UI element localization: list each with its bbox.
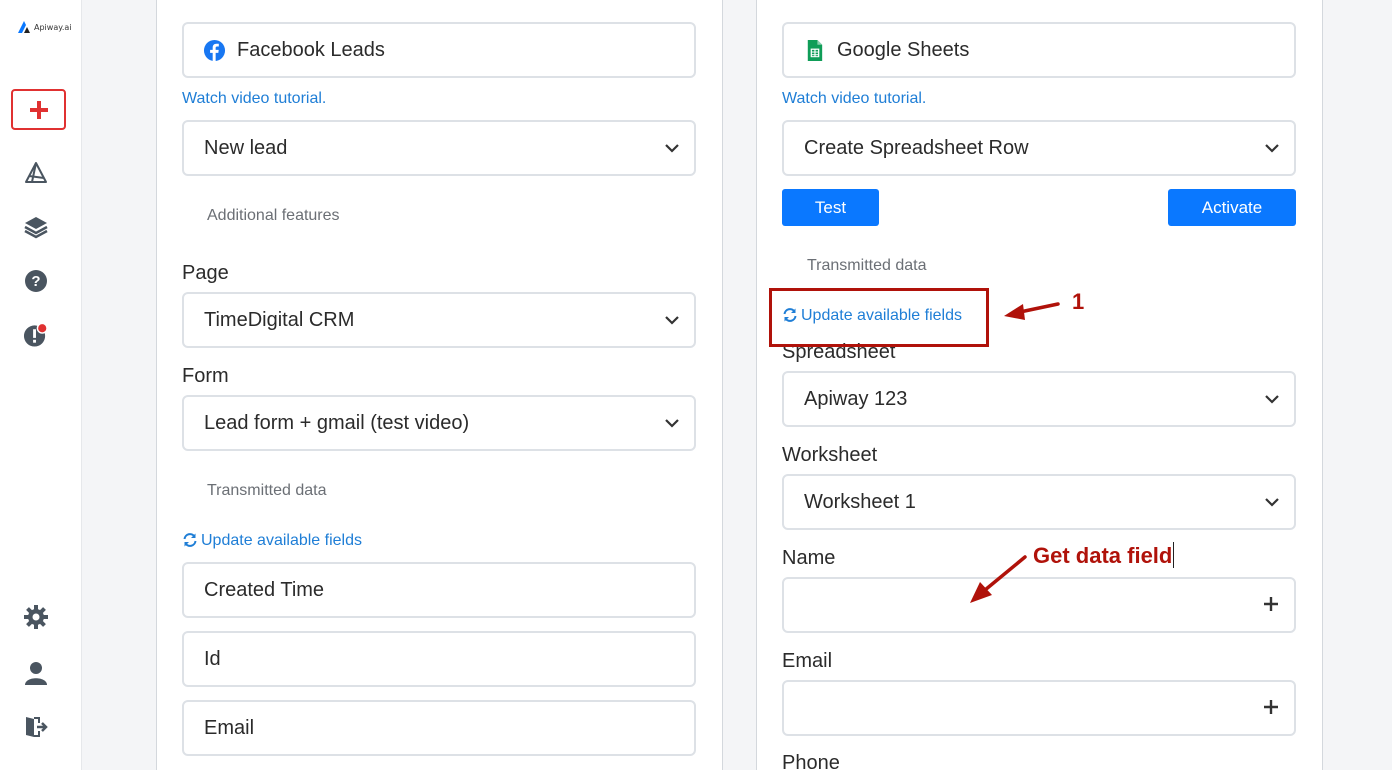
annotation-arrows (970, 302, 1060, 603)
annotation-arrow-1 (1004, 302, 1060, 320)
annotation-arrow-2 (970, 555, 1027, 603)
